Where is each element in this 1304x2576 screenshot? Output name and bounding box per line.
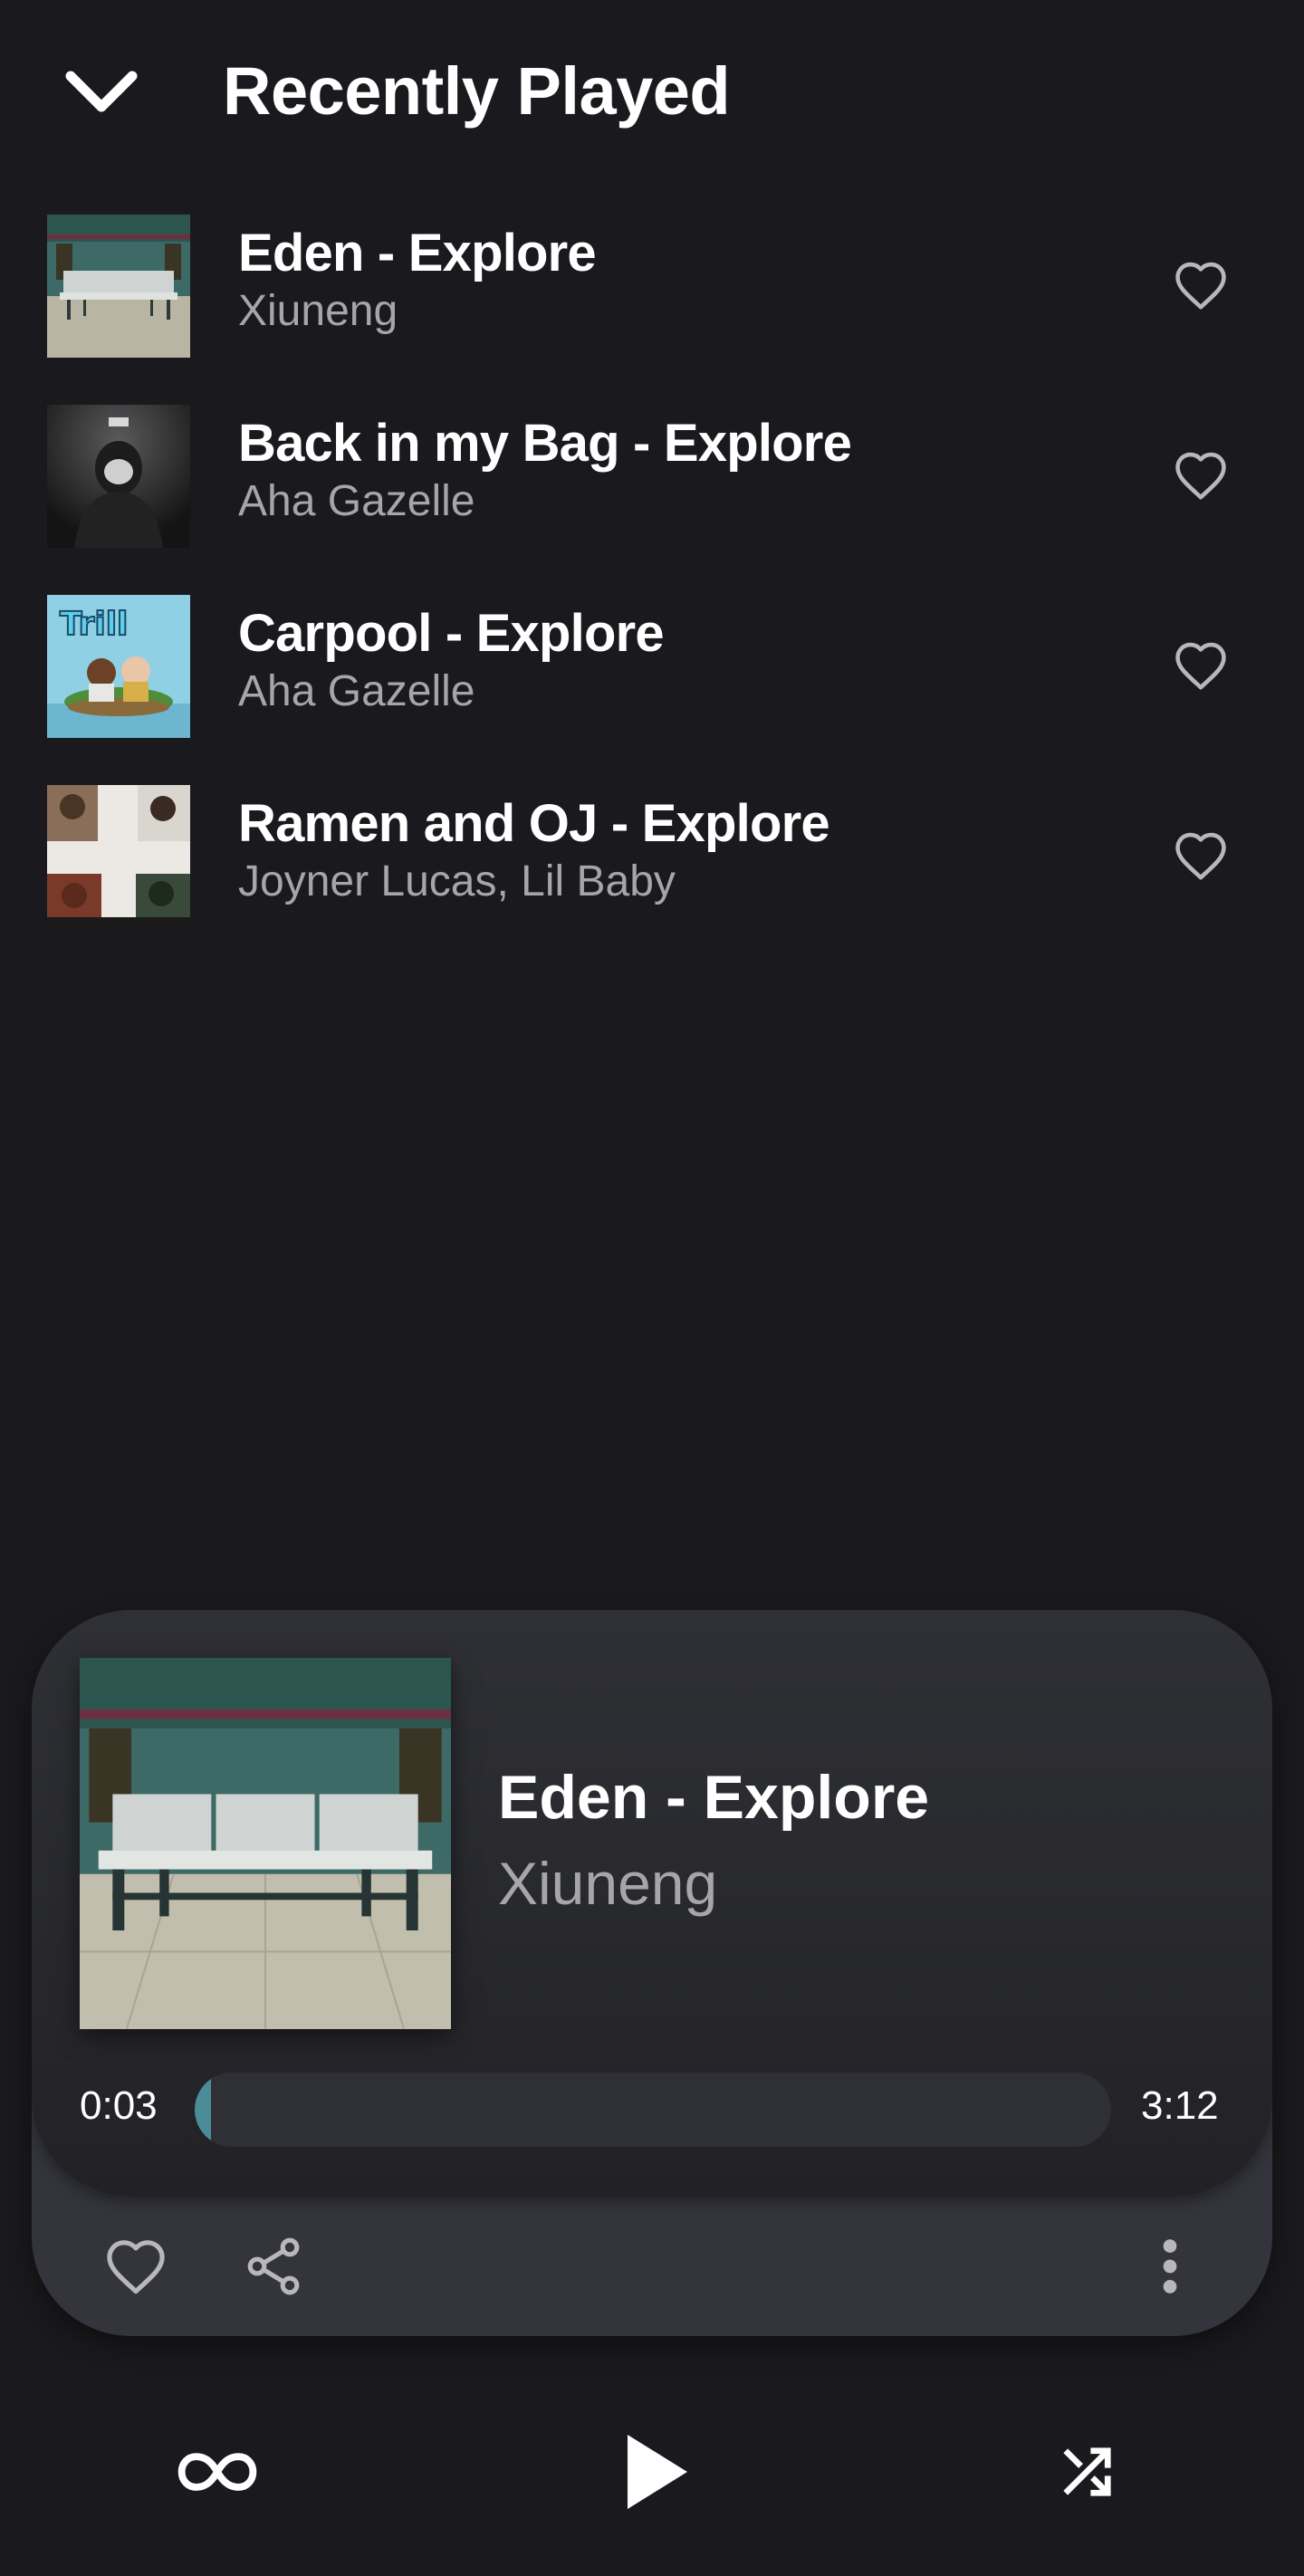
now-playing-title: Eden - Explore [498, 1763, 930, 1832]
svg-text:Trill: Trill [60, 606, 128, 643]
play-icon [628, 2435, 687, 2509]
current-time: 0:03 [80, 2083, 158, 2128]
track-item[interactable]: Eden - Explore Xiuneng [0, 199, 1304, 389]
shuffle-button[interactable] [1023, 2390, 1150, 2553]
more-vertical-icon [1163, 2239, 1177, 2294]
heart-icon [107, 2240, 165, 2294]
now-playing-card: Eden - Explore Xiuneng 0:03 3:12 [32, 1610, 1272, 2336]
heart-icon [1175, 452, 1226, 500]
repeat-infinity-icon [177, 2453, 257, 2491]
track-artist: Joyner Lucas, Lil Baby [238, 857, 676, 905]
like-button[interactable] [1166, 251, 1235, 320]
heart-icon [1175, 832, 1226, 880]
album-art [47, 785, 190, 928]
heart-icon [1175, 262, 1226, 310]
track-item[interactable]: Trill Carpool - Explore Aha Gazelle [0, 579, 1304, 770]
album-art [47, 405, 190, 548]
album-art [47, 215, 190, 358]
track-title: Back in my Bag - Explore [238, 414, 852, 473]
total-time: 3:12 [1141, 2083, 1219, 2128]
like-button[interactable] [1166, 441, 1235, 510]
header: Recently Played [0, 0, 1304, 181]
like-button[interactable] [1166, 631, 1235, 700]
progress-bar[interactable] [195, 2073, 1111, 2147]
track-artist: Xiuneng [238, 287, 398, 335]
album-art: Trill [47, 595, 190, 738]
track-artist: Aha Gazelle [238, 667, 475, 715]
more-options-button[interactable] [1129, 2226, 1211, 2307]
like-button[interactable] [95, 2226, 177, 2307]
heart-icon [1175, 642, 1226, 690]
share-button[interactable] [233, 2226, 314, 2307]
track-item[interactable]: Ramen and OJ - Explore Joyner Lucas, Lil… [0, 770, 1304, 960]
now-playing-artist: Xiuneng [498, 1850, 718, 1917]
like-button[interactable] [1166, 821, 1235, 890]
progress-fill [195, 2073, 211, 2147]
now-playing-album-art [80, 1658, 451, 2029]
page-title: Recently Played [223, 53, 731, 129]
repeat-button[interactable] [154, 2390, 281, 2553]
track-title: Carpool - Explore [238, 604, 665, 663]
collapse-button[interactable] [56, 56, 147, 129]
shuffle-icon [1063, 2447, 1111, 2496]
track-item[interactable]: Back in my Bag - Explore Aha Gazelle [0, 389, 1304, 579]
track-title: Eden - Explore [238, 224, 597, 282]
playback-controls [0, 2390, 1304, 2553]
share-icon [247, 2237, 300, 2295]
now-playing-panel: Eden - Explore Xiuneng 0:03 3:12 [32, 1610, 1272, 2197]
play-button[interactable] [593, 2390, 720, 2553]
track-title: Ramen and OJ - Explore [238, 794, 830, 853]
chevron-down-icon [65, 71, 138, 112]
track-artist: Aha Gazelle [238, 477, 475, 525]
